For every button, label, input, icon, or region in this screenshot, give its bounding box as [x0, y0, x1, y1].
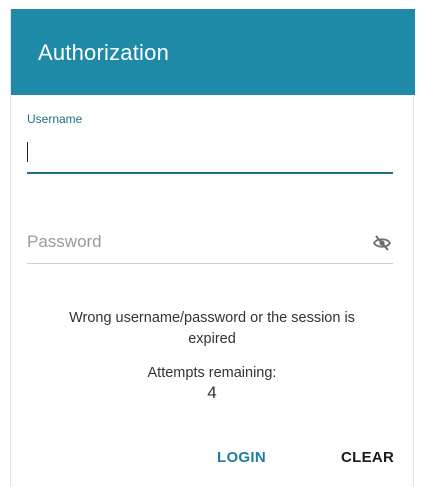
username-input[interactable]	[27, 136, 392, 168]
attempts-remaining-label: Attempts remaining:	[147, 365, 277, 381]
dialog-title: Authorization	[38, 40, 170, 65]
error-message-line: Wrong username/password or the session i…	[69, 310, 355, 326]
attempts-remaining-count: 4	[207, 383, 217, 402]
login-button[interactable]: LOGIN	[217, 449, 266, 466]
error-message-line: expired	[188, 331, 236, 347]
text-caret	[27, 142, 28, 162]
password-underline	[27, 263, 393, 264]
username-label: Username	[27, 112, 83, 126]
error-message: Wrong username/password or the session i…	[10, 308, 414, 350]
clear-button[interactable]: CLEAR	[341, 449, 394, 466]
dialog-header: Authorization	[11, 9, 415, 95]
username-underline	[27, 172, 393, 174]
password-input[interactable]	[27, 226, 357, 258]
eye-off-icon[interactable]	[372, 234, 392, 252]
